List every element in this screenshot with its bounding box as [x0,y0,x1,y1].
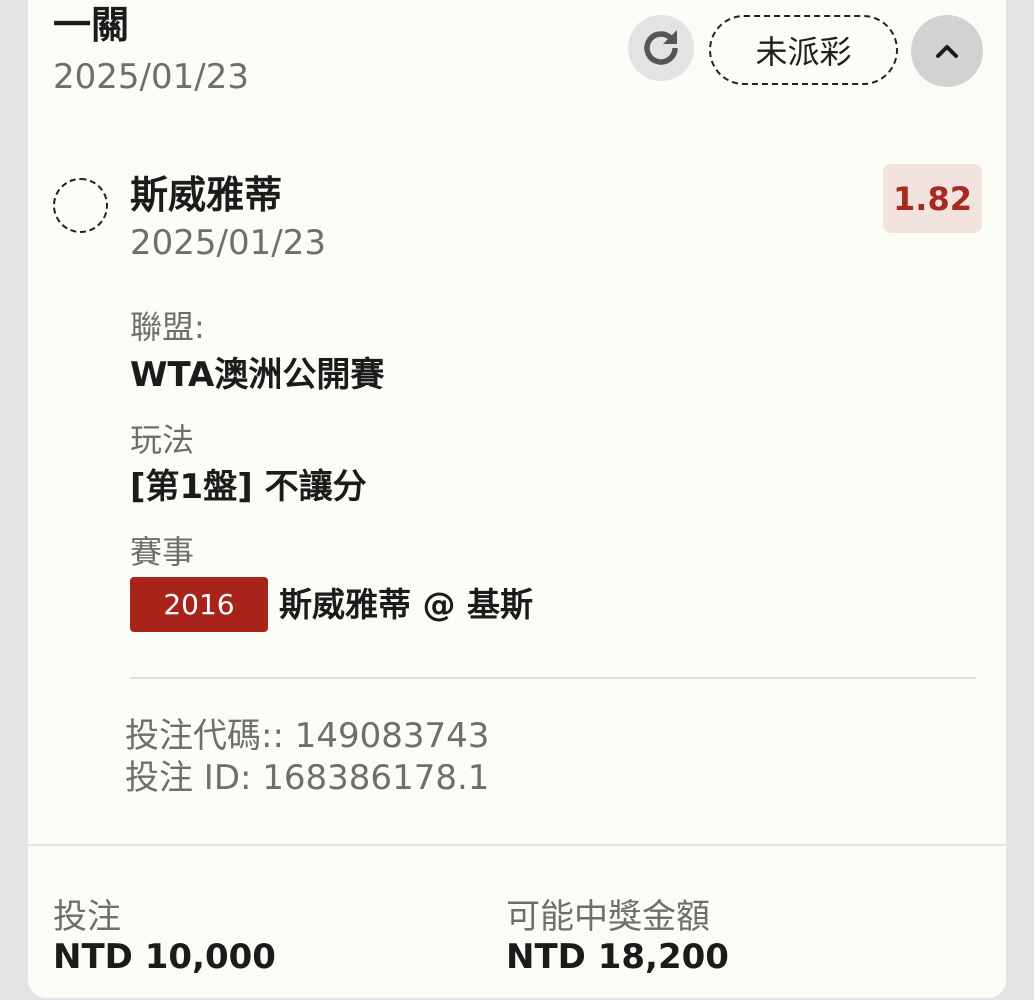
bet-date: 2025/01/23 [53,57,249,97]
selection-radio[interactable] [53,178,108,233]
bet-id: 投注 ID: 168386178.1 [125,758,490,798]
chevron-up-icon [936,45,958,58]
odds-badge: 1.82 [883,164,982,233]
bet-type-title: 一關 [53,3,130,47]
footer-divider [28,844,1006,846]
event-label: 賽事 [130,533,195,571]
refresh-icon [644,30,678,65]
divider [130,677,976,679]
payout-label: 可能中獎金額 [506,897,710,937]
event-code-badge: 2016 [130,577,268,632]
stake-value: NTD 10,000 [53,937,276,977]
market-value: [第1盤] 不讓分 [130,467,367,507]
status-badge: 未派彩 [709,15,898,85]
bet-slip-card: 一關 2025/01/23 未派彩 斯威雅蒂 2025/01/23 1.82 聯… [28,0,1006,998]
selection-date: 2025/01/23 [130,223,326,263]
selection-name: 斯威雅蒂 [130,173,283,217]
bet-code: 投注代碼:: 149083743 [125,716,490,756]
payout-value: NTD 18,200 [506,937,729,977]
league-label: 聯盟: [130,308,205,346]
event-name: 斯威雅蒂 @ 基斯 [279,585,533,624]
market-label: 玩法 [130,421,195,459]
collapse-button[interactable] [911,15,983,87]
refresh-button[interactable] [628,15,694,81]
league-value: WTA澳洲公開賽 [130,355,385,395]
stake-label: 投注 [53,897,121,937]
